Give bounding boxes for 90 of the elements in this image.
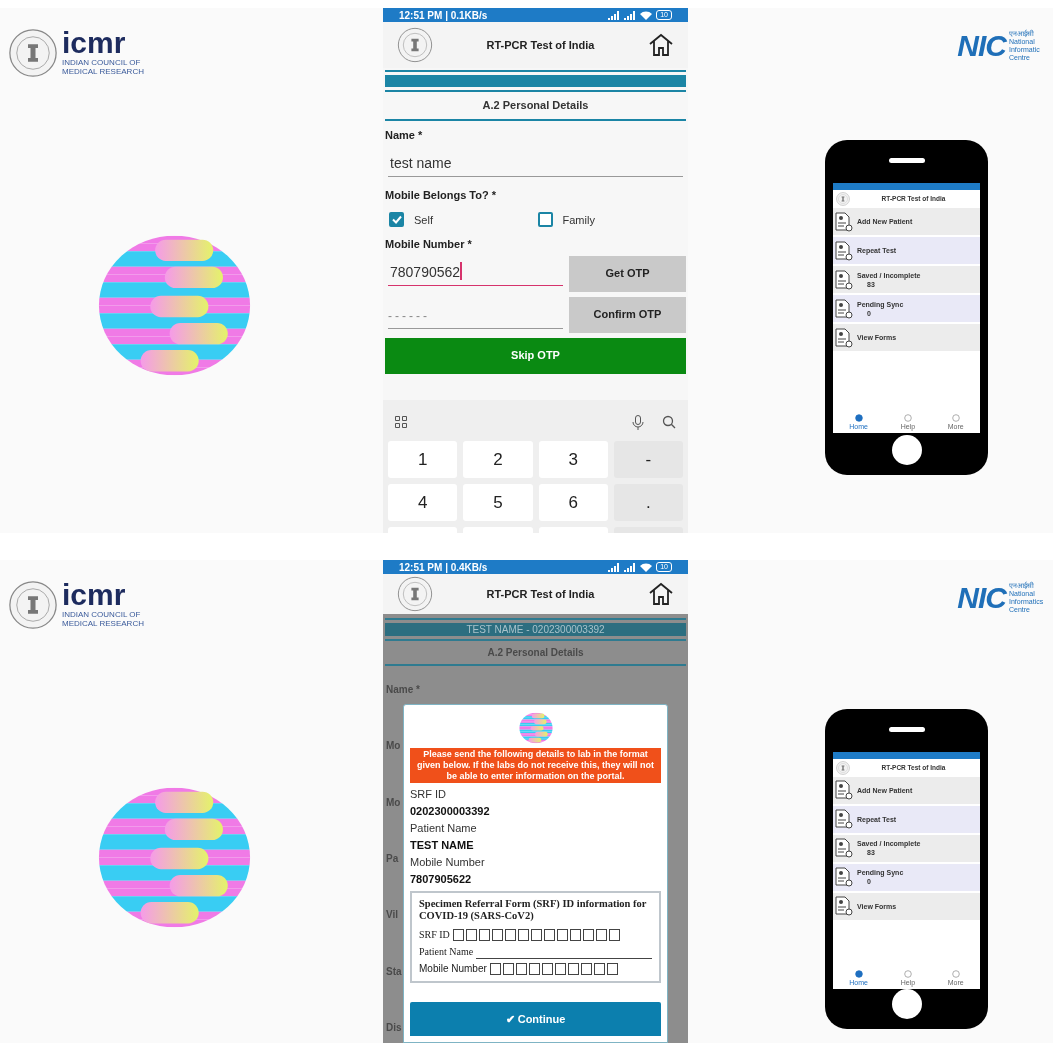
document-icon [835,240,853,261]
signal-icon [624,562,637,572]
document-icon [835,269,853,290]
nav-icon [903,414,912,422]
form-title: Specimen Referral Form (SRF) ID information for COVID-19 (SARS-CoV2) [419,898,648,922]
icmr-wordmark: icmr [62,580,127,610]
wifi-icon [640,10,653,20]
emblem-icon [8,28,58,78]
field-label: Mobile Belongs To? * [385,188,497,203]
detail-value: 0202300003392 [410,804,491,819]
signal-icon [608,10,621,20]
keyboard-key[interactable]: 2 [463,441,533,478]
document-icon [835,809,853,830]
otp-field[interactable]: ------ [388,304,563,329]
nic-wordmark: NIC [957,583,1006,613]
logo-text: INDIAN COUNCIL OF [62,610,142,619]
document-icon [835,780,853,801]
emblem-icon [836,192,850,206]
speaker-slot [888,727,925,732]
home-icon[interactable] [648,582,674,606]
signal-icon [608,562,621,572]
detail-value: 7807905622 [410,872,473,887]
skip-otp-button[interactable]: Skip OTP [385,337,686,374]
title-bar: TEST NAME - 0202300003392 [385,623,686,636]
form-label: Mobile Number [419,962,487,976]
document-icon [835,211,853,232]
field-label: Name * [386,683,420,697]
detail-label: SRF ID [410,787,448,802]
document-icon [835,867,853,888]
continue-button[interactable]: ✔ Continue [410,1002,661,1036]
status-text: 12:51 PM | 0.4KB/s [399,560,488,575]
speaker-slot [888,158,925,163]
status-text: 12:51 PM | 0.1KB/s [399,8,488,23]
keyboard-key[interactable]: 6 [538,484,608,521]
apps-grid-icon[interactable] [395,416,407,428]
option-label: Self [414,212,433,228]
section-title: A.2 Personal Details [486,646,585,660]
logo-text: INDIAN COUNCIL OF [62,58,142,67]
abstract-logo-drawing [518,711,553,745]
nav-icon [951,414,960,422]
checkbox[interactable] [389,212,404,228]
emblem-icon [8,580,58,630]
emblem-icon [397,27,433,63]
field-label: Mo [386,739,401,754]
warning-notice: Please send the following details to lab in the format given below. If the labs do not receive this, they will not be able to enter information on the portal. [410,748,661,783]
otp-button[interactable]: Get OTP [569,255,686,292]
otp-button[interactable]: Confirm OTP [569,296,686,333]
document-icon [835,327,853,348]
field-label: Name * [385,127,424,143]
nav-icon [951,970,960,979]
field-label: Dis [386,1020,402,1035]
icmr-wordmark: icmr [62,28,127,58]
field-label: Pa [386,852,399,866]
detail-label: Patient Name [410,821,478,836]
form-label: Patient Name [419,945,474,959]
nic-wordmark: NIC [957,31,1006,61]
name-field[interactable]: test name [388,153,683,177]
keyboard-key[interactable]: 3 [538,441,608,478]
detail-label: Mobile Number [410,855,486,870]
form-label: SRF ID [419,928,450,942]
field-label: Mobile Number * [385,237,473,252]
search-icon[interactable] [662,415,676,429]
keyboard-key[interactable]: - [613,441,683,478]
field-label: Mo [386,795,401,810]
keyboard-key[interactable]: . [613,484,683,521]
logo-text: MEDICAL RESEARCH [62,619,144,628]
keyboard-key[interactable]: 5 [463,484,533,521]
keyboard-key[interactable]: 1 [388,441,458,478]
document-icon [835,896,853,917]
detail-value: TEST NAME [410,838,475,853]
nav-icon [854,414,863,422]
microphone-icon[interactable] [632,414,644,430]
emblem-icon [836,760,850,775]
app-title: RT-PCR Test of India [485,586,596,602]
app-title: RT-PCR Test of India [485,37,596,53]
logo-text: MEDICAL RESEARCH [62,67,144,76]
nav-icon [903,970,912,979]
document-icon [835,838,853,859]
checkbox[interactable] [537,212,553,228]
nav-icon [854,970,863,979]
wifi-icon [640,562,653,572]
option-label: Family [562,212,595,228]
signal-icon [624,10,637,20]
field-label: Vil [386,908,399,923]
mobile-number-field[interactable]: 780790562 [388,261,563,286]
home-icon[interactable] [648,33,674,57]
field-label: Sta [386,964,402,979]
keyboard-key[interactable]: 4 [388,484,458,521]
section-title: A.2 Personal Details [481,98,590,113]
document-icon [835,298,853,319]
